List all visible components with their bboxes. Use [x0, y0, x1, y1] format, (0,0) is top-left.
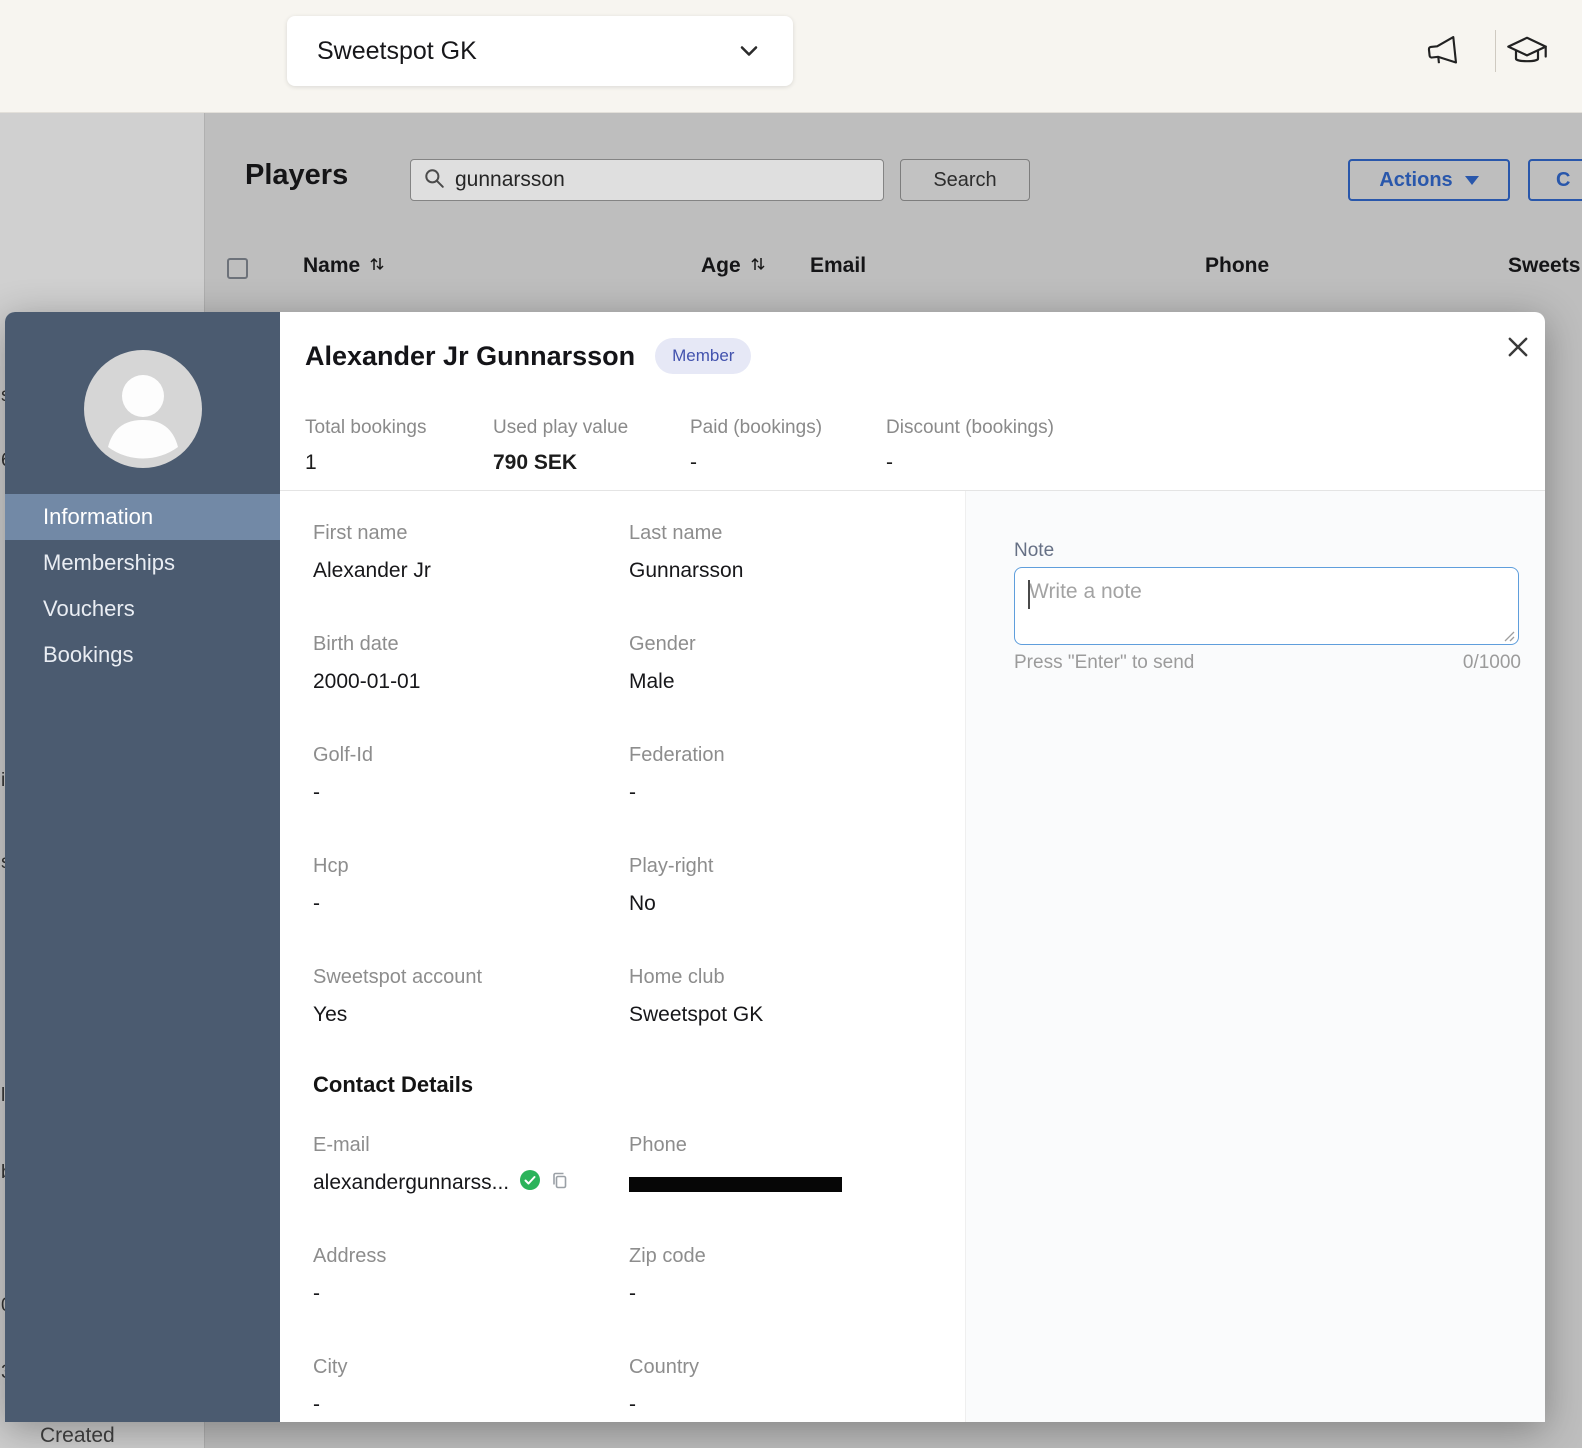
- field-federation: Federation -: [629, 744, 725, 805]
- header-divider: [1495, 30, 1496, 72]
- field-home-club: Home club Sweetspot GK: [629, 966, 763, 1027]
- field-city: City -: [313, 1356, 347, 1417]
- stat-used-play-value: Used play value 790 SEK: [493, 417, 628, 475]
- field-play-right: Play-right No: [629, 855, 713, 916]
- field-zip-code: Zip code -: [629, 1245, 706, 1306]
- field-email: E-mail alexandergunnarss...: [313, 1134, 569, 1196]
- field-address: Address -: [313, 1245, 386, 1306]
- contact-details-heading: Contact Details: [313, 1072, 473, 1098]
- academy-button[interactable]: [1504, 30, 1550, 76]
- verified-check-icon: [519, 1169, 541, 1196]
- member-badge: Member: [655, 338, 751, 374]
- copy-icon[interactable]: [551, 1171, 569, 1194]
- club-selector-label: Sweetspot GK: [317, 37, 477, 66]
- field-country: Country -: [629, 1356, 699, 1417]
- note-panel: Note Press "Enter" to send 0/1000: [965, 491, 1545, 1422]
- note-label: Note: [1014, 540, 1054, 562]
- field-phone: Phone: [629, 1134, 842, 1192]
- phone-redaction-bar: [629, 1177, 842, 1192]
- field-birth-date: Birth date 2000-01-01: [313, 633, 420, 694]
- field-last-name: Last name Gunnarsson: [629, 522, 743, 583]
- player-name-title: Alexander Jr Gunnarsson: [305, 341, 635, 372]
- close-button[interactable]: [1497, 328, 1539, 370]
- tab-vouchers[interactable]: Vouchers: [5, 586, 280, 632]
- note-hint: Press "Enter" to send: [1014, 652, 1194, 674]
- resize-handle-icon[interactable]: [1503, 629, 1515, 647]
- field-sweetspot-account: Sweetspot account Yes: [313, 966, 482, 1027]
- tab-information[interactable]: Information: [5, 494, 280, 540]
- megaphone-icon: [1424, 34, 1462, 73]
- note-input[interactable]: [1014, 567, 1519, 645]
- graduation-cap-icon: [1505, 33, 1549, 74]
- club-selector[interactable]: Sweetspot GK: [287, 16, 793, 86]
- tab-bookings[interactable]: Bookings: [5, 632, 280, 678]
- field-hcp: Hcp -: [313, 855, 349, 916]
- player-detail-modal: Information Memberships Vouchers Booking…: [5, 312, 1545, 1422]
- top-bar: Sweetspot GK: [0, 0, 1582, 113]
- chevron-down-icon: [735, 37, 763, 65]
- close-icon: [1504, 333, 1532, 366]
- avatar: [84, 350, 202, 473]
- announcements-button[interactable]: [1420, 30, 1466, 76]
- modal-sidebar: Information Memberships Vouchers Booking…: [5, 312, 280, 1422]
- tab-memberships[interactable]: Memberships: [5, 540, 280, 586]
- field-first-name: First name Alexander Jr: [313, 522, 431, 583]
- text-caret: [1028, 580, 1030, 609]
- note-char-counter: 0/1000: [1463, 652, 1521, 674]
- stat-paid-bookings: Paid (bookings) -: [690, 417, 822, 475]
- field-golf-id: Golf-Id -: [313, 744, 373, 805]
- stat-total-bookings: Total bookings 1: [305, 417, 426, 475]
- stat-discount-bookings: Discount (bookings) -: [886, 417, 1054, 475]
- field-gender: Gender Male: [629, 633, 696, 694]
- email-value: alexandergunnarss...: [313, 1171, 509, 1195]
